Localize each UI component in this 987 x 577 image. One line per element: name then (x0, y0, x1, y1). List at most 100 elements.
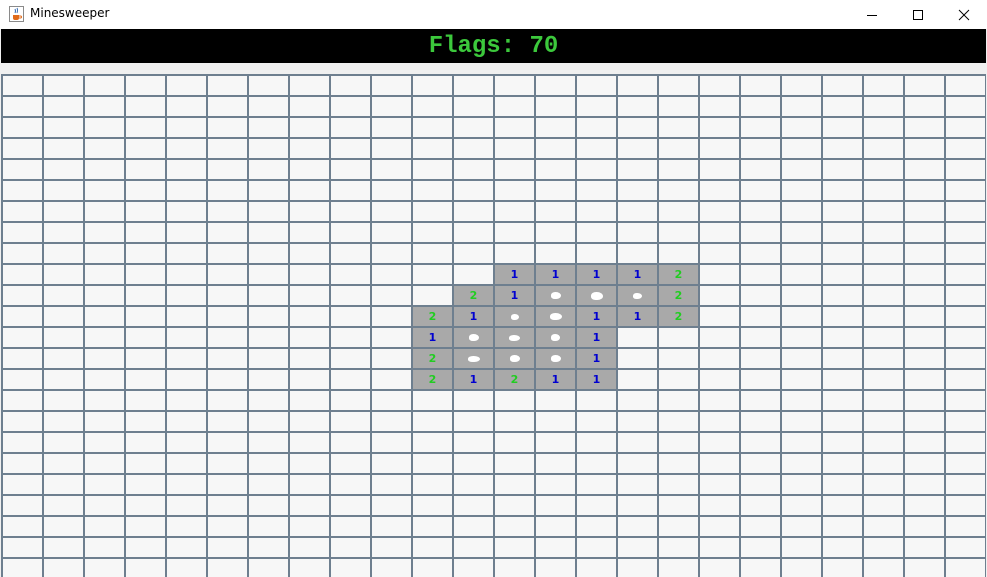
hidden-cell[interactable] (126, 286, 165, 305)
hidden-cell[interactable] (495, 97, 534, 116)
hidden-cell[interactable] (946, 496, 985, 515)
hidden-cell[interactable] (249, 76, 288, 95)
hidden-cell[interactable] (577, 538, 616, 557)
hidden-cell[interactable] (3, 370, 42, 389)
hidden-cell[interactable] (3, 139, 42, 158)
hidden-cell[interactable] (577, 118, 616, 137)
revealed-cell[interactable] (577, 286, 616, 305)
hidden-cell[interactable] (454, 412, 493, 431)
hidden-cell[interactable] (44, 454, 83, 473)
hidden-cell[interactable] (126, 307, 165, 326)
hidden-cell[interactable] (905, 202, 944, 221)
revealed-cell[interactable]: 1 (495, 265, 534, 284)
hidden-cell[interactable] (208, 307, 247, 326)
hidden-cell[interactable] (3, 76, 42, 95)
revealed-cell[interactable]: 2 (413, 307, 452, 326)
hidden-cell[interactable] (3, 286, 42, 305)
hidden-cell[interactable] (413, 517, 452, 536)
hidden-cell[interactable] (290, 181, 329, 200)
hidden-cell[interactable] (413, 160, 452, 179)
hidden-cell[interactable] (290, 517, 329, 536)
hidden-cell[interactable] (208, 118, 247, 137)
hidden-cell[interactable] (454, 433, 493, 452)
revealed-cell[interactable]: 1 (536, 370, 575, 389)
hidden-cell[interactable] (85, 286, 124, 305)
hidden-cell[interactable] (782, 118, 821, 137)
hidden-cell[interactable] (208, 517, 247, 536)
hidden-cell[interactable] (905, 517, 944, 536)
hidden-cell[interactable] (413, 475, 452, 494)
hidden-cell[interactable] (864, 559, 903, 577)
hidden-cell[interactable] (44, 307, 83, 326)
hidden-cell[interactable] (208, 265, 247, 284)
hidden-cell[interactable] (741, 328, 780, 347)
hidden-cell[interactable] (372, 391, 411, 410)
hidden-cell[interactable] (208, 160, 247, 179)
hidden-cell[interactable] (372, 475, 411, 494)
hidden-cell[interactable] (577, 139, 616, 158)
hidden-cell[interactable] (823, 559, 862, 577)
hidden-cell[interactable] (413, 181, 452, 200)
hidden-cell[interactable] (3, 181, 42, 200)
hidden-cell[interactable] (454, 244, 493, 263)
hidden-cell[interactable] (536, 223, 575, 242)
hidden-cell[interactable] (659, 181, 698, 200)
hidden-cell[interactable] (700, 391, 739, 410)
revealed-cell[interactable] (495, 349, 534, 368)
hidden-cell[interactable] (167, 349, 206, 368)
hidden-cell[interactable] (208, 223, 247, 242)
hidden-cell[interactable] (700, 160, 739, 179)
hidden-cell[interactable] (413, 265, 452, 284)
hidden-cell[interactable] (864, 286, 903, 305)
hidden-cell[interactable] (249, 517, 288, 536)
hidden-cell[interactable] (290, 559, 329, 577)
hidden-cell[interactable] (331, 517, 370, 536)
hidden-cell[interactable] (864, 433, 903, 452)
hidden-cell[interactable] (823, 370, 862, 389)
hidden-cell[interactable] (372, 496, 411, 515)
hidden-cell[interactable] (700, 286, 739, 305)
hidden-cell[interactable] (823, 76, 862, 95)
hidden-cell[interactable] (700, 496, 739, 515)
hidden-cell[interactable] (577, 181, 616, 200)
hidden-cell[interactable] (618, 160, 657, 179)
hidden-cell[interactable] (495, 559, 534, 577)
hidden-cell[interactable] (331, 265, 370, 284)
hidden-cell[interactable] (413, 538, 452, 557)
hidden-cell[interactable] (3, 538, 42, 557)
revealed-cell[interactable]: 1 (413, 328, 452, 347)
hidden-cell[interactable] (208, 559, 247, 577)
hidden-cell[interactable] (905, 160, 944, 179)
hidden-cell[interactable] (249, 370, 288, 389)
hidden-cell[interactable] (577, 454, 616, 473)
hidden-cell[interactable] (372, 76, 411, 95)
hidden-cell[interactable] (454, 454, 493, 473)
hidden-cell[interactable] (536, 139, 575, 158)
hidden-cell[interactable] (126, 202, 165, 221)
hidden-cell[interactable] (823, 202, 862, 221)
hidden-cell[interactable] (44, 139, 83, 158)
hidden-cell[interactable] (454, 97, 493, 116)
hidden-cell[interactable] (44, 97, 83, 116)
hidden-cell[interactable] (864, 391, 903, 410)
hidden-cell[interactable] (331, 307, 370, 326)
hidden-cell[interactable] (495, 496, 534, 515)
hidden-cell[interactable] (659, 97, 698, 116)
hidden-cell[interactable] (700, 412, 739, 431)
hidden-cell[interactable] (413, 244, 452, 263)
hidden-cell[interactable] (946, 139, 985, 158)
hidden-cell[interactable] (864, 475, 903, 494)
hidden-cell[interactable] (700, 118, 739, 137)
hidden-cell[interactable] (823, 244, 862, 263)
hidden-cell[interactable] (946, 223, 985, 242)
hidden-cell[interactable] (413, 559, 452, 577)
hidden-cell[interactable] (700, 265, 739, 284)
hidden-cell[interactable] (946, 538, 985, 557)
hidden-cell[interactable] (536, 244, 575, 263)
hidden-cell[interactable] (372, 265, 411, 284)
hidden-cell[interactable] (85, 454, 124, 473)
hidden-cell[interactable] (290, 244, 329, 263)
hidden-cell[interactable] (167, 328, 206, 347)
hidden-cell[interactable] (823, 307, 862, 326)
hidden-cell[interactable] (290, 139, 329, 158)
